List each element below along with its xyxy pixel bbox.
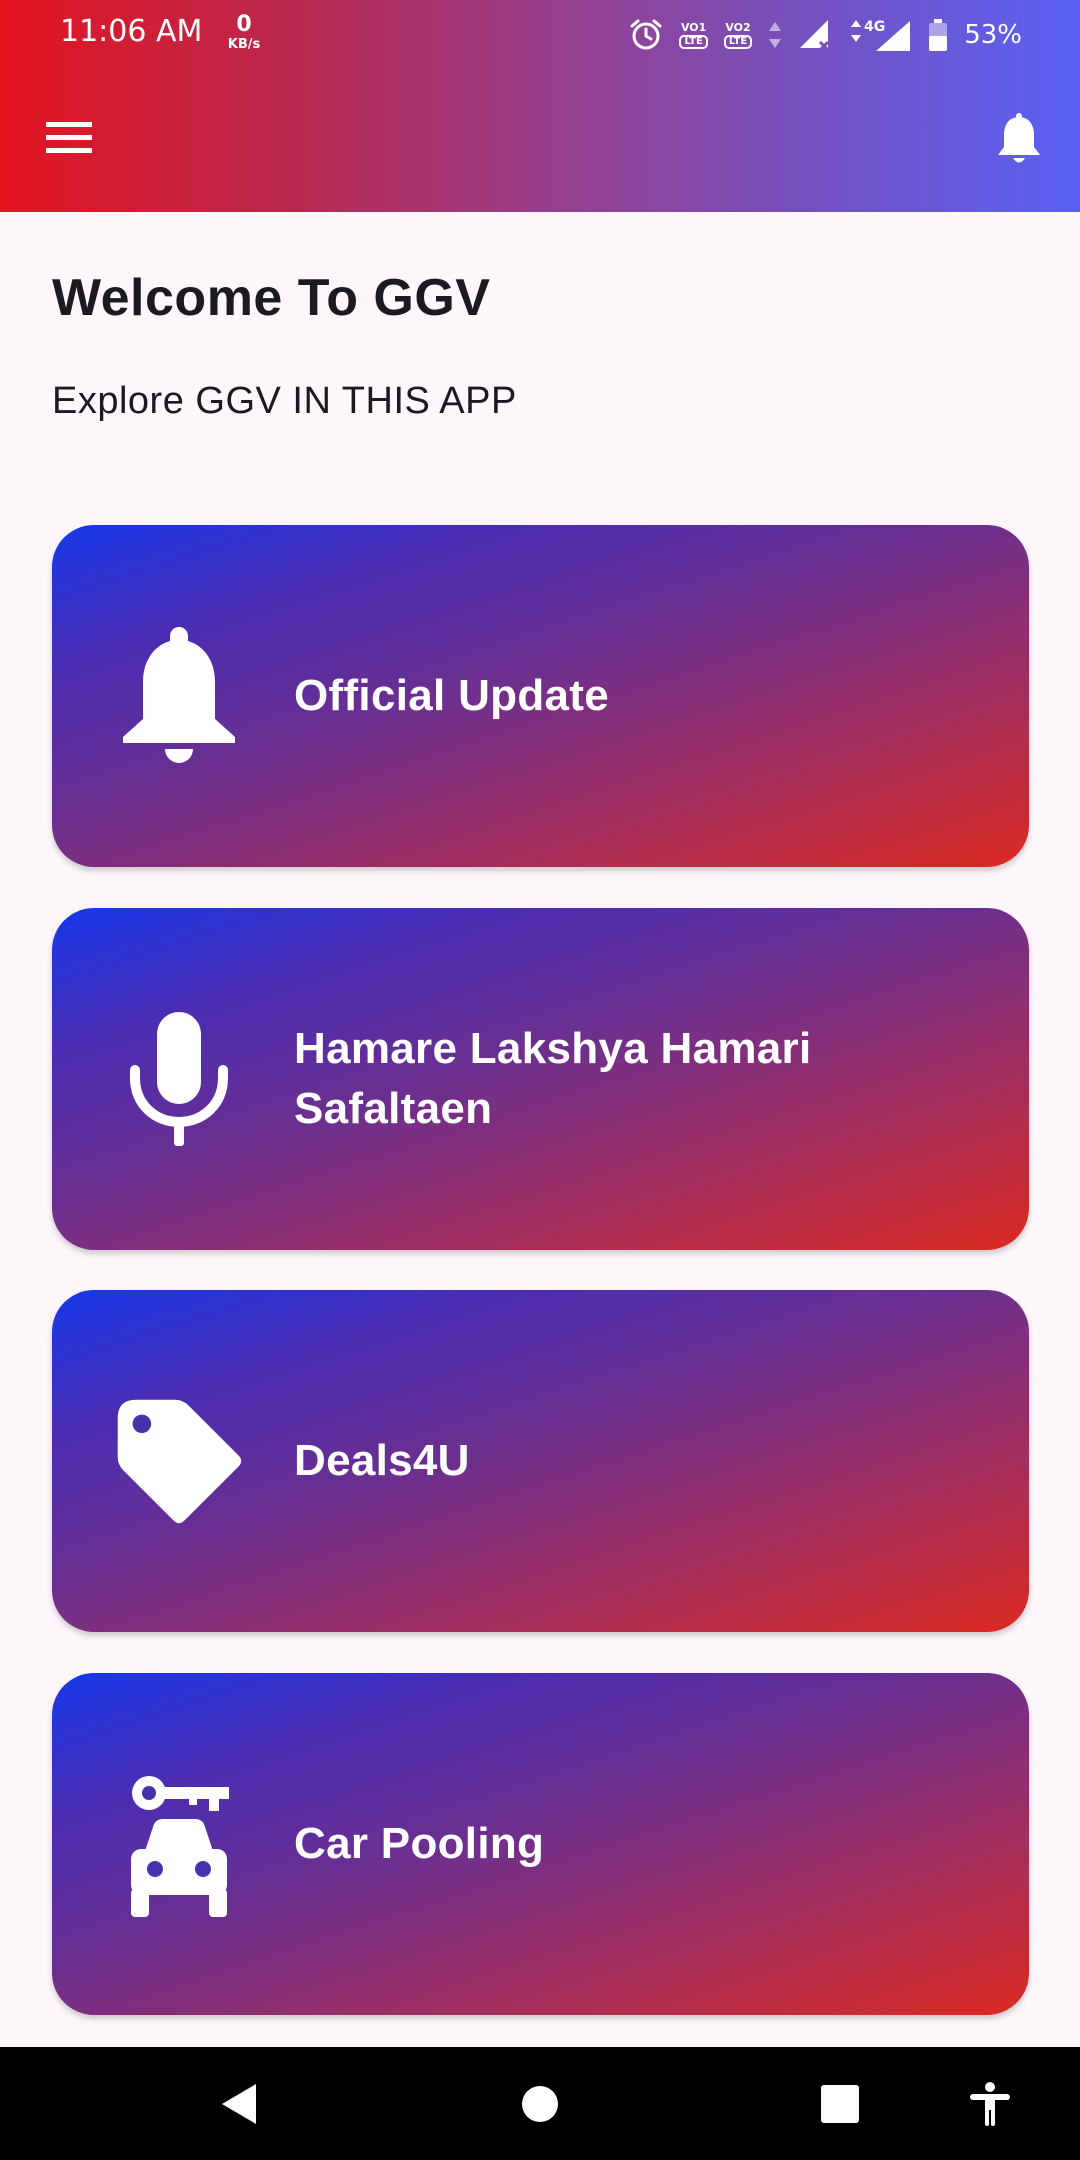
bell-icon — [123, 627, 235, 763]
home-button[interactable] — [500, 2047, 580, 2160]
battery-icon — [928, 18, 948, 52]
alarm-icon — [629, 18, 663, 52]
data-arrows-icon — [768, 20, 782, 50]
card-icon-wrapper — [114, 621, 244, 771]
menu-button[interactable] — [44, 118, 96, 158]
back-triangle-icon — [222, 2083, 256, 2124]
network-speed: 0 KB/s — [224, 12, 264, 52]
status-bar: 11:06 AM 0 KB/s VO1 LTE VO2 LTE 4G 53% — [0, 0, 1080, 70]
card-label: Official Update — [294, 671, 609, 720]
lte-sim1-label: LTE — [679, 34, 708, 49]
status-time: 11:06 AM — [60, 14, 203, 49]
lte-sim2-label: LTE — [723, 34, 753, 49]
card-official-update[interactable]: Official Update — [52, 525, 1029, 867]
card-label: Deals4U — [294, 1436, 470, 1485]
accessibility-icon — [970, 2081, 1010, 2126]
card-icon-wrapper — [114, 1769, 244, 1919]
card-deals4u[interactable]: Deals4U — [52, 1290, 1029, 1632]
card-hamare-lakshya[interactable]: Hamare Lakshya Hamari Safaltaen — [52, 908, 1029, 1250]
volte-sim1-icon: VO1 LTE — [679, 20, 708, 49]
network-type-label: 4G — [864, 19, 885, 35]
signal-sim1-icon — [798, 18, 834, 52]
car-key-icon — [131, 1776, 229, 1917]
system-nav-bar — [0, 2047, 1080, 2160]
network-speed-unit: KB/s — [227, 37, 261, 52]
notifications-button[interactable] — [996, 113, 1042, 167]
app-screen: 11:06 AM 0 KB/s VO1 LTE VO2 LTE 4G 53% W… — [0, 0, 1080, 2160]
card-car-pooling[interactable]: Car Pooling — [52, 1673, 1029, 2015]
card-label: Hamare Lakshya Hamari Safaltaen — [294, 1024, 812, 1133]
back-button[interactable] — [200, 2047, 280, 2160]
microphone-icon — [130, 1012, 228, 1146]
home-circle-icon — [522, 2085, 558, 2122]
tag-icon — [117, 1399, 242, 1524]
accessibility-button[interactable] — [950, 2047, 1030, 2160]
volte-sim2-icon: VO2 LTE — [723, 20, 753, 49]
card-label: Car Pooling — [294, 1819, 545, 1868]
recents-button[interactable] — [800, 2047, 880, 2160]
recents-square-icon — [821, 2084, 859, 2123]
app-header: 11:06 AM 0 KB/s VO1 LTE VO2 LTE 4G 53% — [0, 0, 1080, 212]
welcome-subtitle: Explore GGV IN THIS APP — [52, 380, 517, 422]
welcome-title: Welcome To GGV — [52, 269, 491, 327]
hamburger-menu-icon — [46, 122, 92, 153]
volte-sim2-label: VO2 — [725, 20, 751, 34]
battery-percent: 53% — [964, 20, 1022, 50]
volte-sim1-label: VO1 — [680, 20, 707, 34]
network-speed-value: 0 — [236, 12, 252, 37]
signal-sim2-icon: 4G — [850, 17, 912, 53]
bell-icon — [998, 113, 1040, 163]
card-icon-wrapper — [114, 1004, 244, 1154]
status-icons: VO1 LTE VO2 LTE 4G 53% — [629, 14, 1022, 56]
card-icon-wrapper — [114, 1386, 244, 1536]
